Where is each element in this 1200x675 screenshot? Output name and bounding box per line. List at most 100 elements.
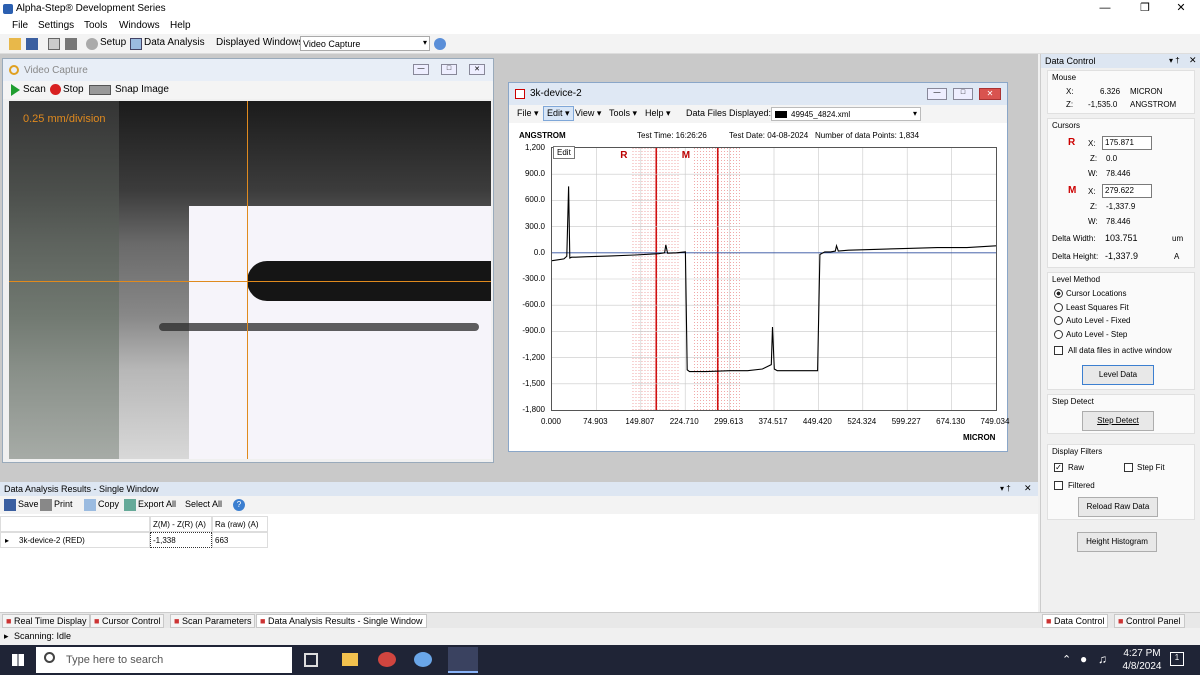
notification-icon[interactable]: 1: [1170, 652, 1184, 666]
print-icon[interactable]: [65, 38, 77, 50]
radio-auto-level-step[interactable]: [1054, 330, 1063, 339]
results-print-button[interactable]: Print: [54, 499, 73, 509]
taskbar-date[interactable]: 4/8/2024: [1116, 661, 1168, 672]
print-preview-icon[interactable]: [48, 38, 60, 50]
radio-auto-level-fixed[interactable]: [1054, 316, 1063, 325]
setup-button[interactable]: Setup: [100, 37, 126, 48]
tray-chevron-up-icon[interactable]: ⌃: [1062, 653, 1071, 666]
step-detect-button[interactable]: Step Detect: [1082, 411, 1154, 431]
menu-windows[interactable]: Windows: [119, 20, 160, 31]
tab-data-analysis-results[interactable]: ■ Data Analysis Results - Single Window: [256, 614, 427, 628]
video-feed[interactable]: 0.25 mm/division: [9, 101, 491, 459]
taskbar-time[interactable]: 4:27 PM: [1120, 648, 1164, 659]
data-file-value: 49945_4824.xml: [791, 110, 851, 119]
cursor-r-x-label: X:: [1088, 139, 1096, 148]
cursor-m-w-label: W:: [1088, 217, 1098, 226]
pin-icon[interactable]: ▾ †: [1169, 56, 1180, 65]
data-analysis-results-panel: Data Analysis Results - Single Window ▾ …: [0, 482, 1038, 612]
video-window-title: Video Capture: [24, 65, 88, 76]
data-analysis-button[interactable]: Data Analysis: [144, 37, 205, 48]
profile-plot[interactable]: R M: [551, 147, 997, 411]
tab-scan-parameters[interactable]: ■ Scan Parameters: [170, 614, 256, 628]
results-close-icon[interactable]: ✕: [1024, 483, 1032, 494]
graph-menu-view[interactable]: View ▾: [575, 108, 601, 119]
menu-file[interactable]: File: [12, 20, 28, 31]
close-icon[interactable]: ✕: [1162, 0, 1200, 18]
save-disk-icon[interactable]: [26, 38, 38, 50]
snap-image-button[interactable]: Snap Image: [115, 84, 169, 95]
all-files-checkbox[interactable]: [1054, 346, 1063, 355]
tab-real-time-display[interactable]: ■ Real Time Display: [2, 614, 91, 628]
graph-menu-edit[interactable]: Edit ▾: [543, 106, 574, 121]
results-select-all-button[interactable]: Select All: [185, 499, 222, 509]
data-file-select[interactable]: 49945_4824.xml ▾: [771, 107, 921, 121]
graph-menu-file[interactable]: File ▾: [517, 108, 539, 119]
stop-button[interactable]: Stop: [63, 84, 84, 95]
height-histogram-button[interactable]: Height Histogram: [1077, 532, 1157, 552]
graph-menu-tools[interactable]: Tools ▾: [609, 108, 637, 119]
chevron-down-icon: ▾: [422, 38, 427, 47]
cursor-r-label[interactable]: R: [620, 150, 627, 161]
speaker-icon[interactable]: ♫: [1098, 652, 1107, 666]
windows-start-icon[interactable]: [12, 654, 24, 666]
task-view-icon[interactable]: [304, 653, 318, 667]
video-minimize-icon[interactable]: —: [413, 64, 429, 75]
level-data-button[interactable]: Level Data: [1082, 365, 1154, 385]
filtered-checkbox[interactable]: [1054, 481, 1063, 490]
test-time: Test Time: 16:26:26: [637, 131, 707, 140]
results-save-button[interactable]: Save: [18, 499, 39, 509]
graph-menu-help[interactable]: Help ▾: [645, 108, 671, 119]
results-export-all-button[interactable]: Export All: [138, 499, 176, 509]
cursor-m-x-input[interactable]: 279.622: [1102, 184, 1152, 198]
play-icon: [11, 84, 20, 96]
scan-button[interactable]: Scan: [23, 84, 46, 95]
alpha-step-taskbar-icon[interactable]: [448, 647, 478, 673]
results-copy-button[interactable]: Copy: [98, 499, 119, 509]
open-folder-icon[interactable]: [9, 38, 21, 50]
cursor-r-x-input[interactable]: 175.871: [1102, 136, 1152, 150]
profile-chart-svg: [552, 148, 996, 410]
maximize-icon[interactable]: ❐: [1126, 0, 1164, 18]
tab-control-panel[interactable]: ■ Control Panel: [1114, 614, 1185, 628]
radio-cursor-locations[interactable]: [1054, 289, 1063, 298]
minimize-icon[interactable]: —: [1086, 0, 1124, 18]
delta-width-value: 103.751: [1105, 233, 1138, 243]
displayed-windows-label: Displayed Windows:: [216, 37, 307, 48]
cell-delta-z[interactable]: -1,338: [150, 532, 212, 548]
app-icon-red[interactable]: [378, 652, 396, 667]
graph-close-icon[interactable]: ✕: [979, 88, 1001, 100]
displayed-windows-select[interactable]: Video Capture ▾: [300, 36, 430, 51]
graph-minimize-icon[interactable]: —: [927, 88, 947, 100]
help-icon[interactable]: ?: [233, 499, 245, 511]
edit-tooltip: Edit: [553, 146, 575, 159]
table-row[interactable]: ▸ 3k-device-2 (RED): [0, 532, 150, 548]
video-maximize-icon[interactable]: □: [441, 64, 457, 75]
x-tick-label: 599.227: [891, 417, 921, 426]
cursor-r-z-value: 0.0: [1106, 154, 1118, 163]
x-tick-label: 674.130: [936, 417, 966, 426]
menu-settings[interactable]: Settings: [38, 20, 74, 31]
results-pin-icon[interactable]: ▾ †: [1000, 484, 1011, 493]
reload-raw-data-button[interactable]: Reload Raw Data: [1078, 497, 1158, 517]
x-tick-label: 149.807: [625, 417, 655, 426]
cell-ra[interactable]: 663: [212, 532, 268, 548]
tab-data-control[interactable]: ■ Data Control: [1042, 614, 1109, 628]
copy-icon: [84, 499, 96, 511]
video-close-icon[interactable]: ✕: [469, 64, 485, 75]
radio-least-squares[interactable]: [1054, 303, 1063, 312]
menu-help[interactable]: Help: [170, 20, 191, 31]
graph-maximize-icon[interactable]: □: [953, 88, 973, 100]
raw-checkbox[interactable]: ✓: [1054, 463, 1063, 472]
tab-cursor-control[interactable]: ■ Cursor Control: [90, 614, 165, 628]
file-explorer-icon[interactable]: [342, 653, 358, 666]
taskbar-search-box[interactable]: Type here to search: [36, 647, 292, 673]
cursor-m-label[interactable]: M: [682, 150, 690, 161]
globe-icon[interactable]: [434, 38, 446, 50]
mouse-x-label: X:: [1066, 87, 1074, 96]
paint-icon[interactable]: [414, 652, 432, 667]
step-fit-checkbox[interactable]: [1124, 463, 1133, 472]
data-control-header: Data Control ▾ † ✕: [1041, 54, 1200, 68]
panel-close-icon[interactable]: ✕: [1189, 55, 1197, 66]
network-globe-icon[interactable]: ●: [1080, 652, 1087, 666]
menu-tools[interactable]: Tools: [84, 20, 107, 31]
